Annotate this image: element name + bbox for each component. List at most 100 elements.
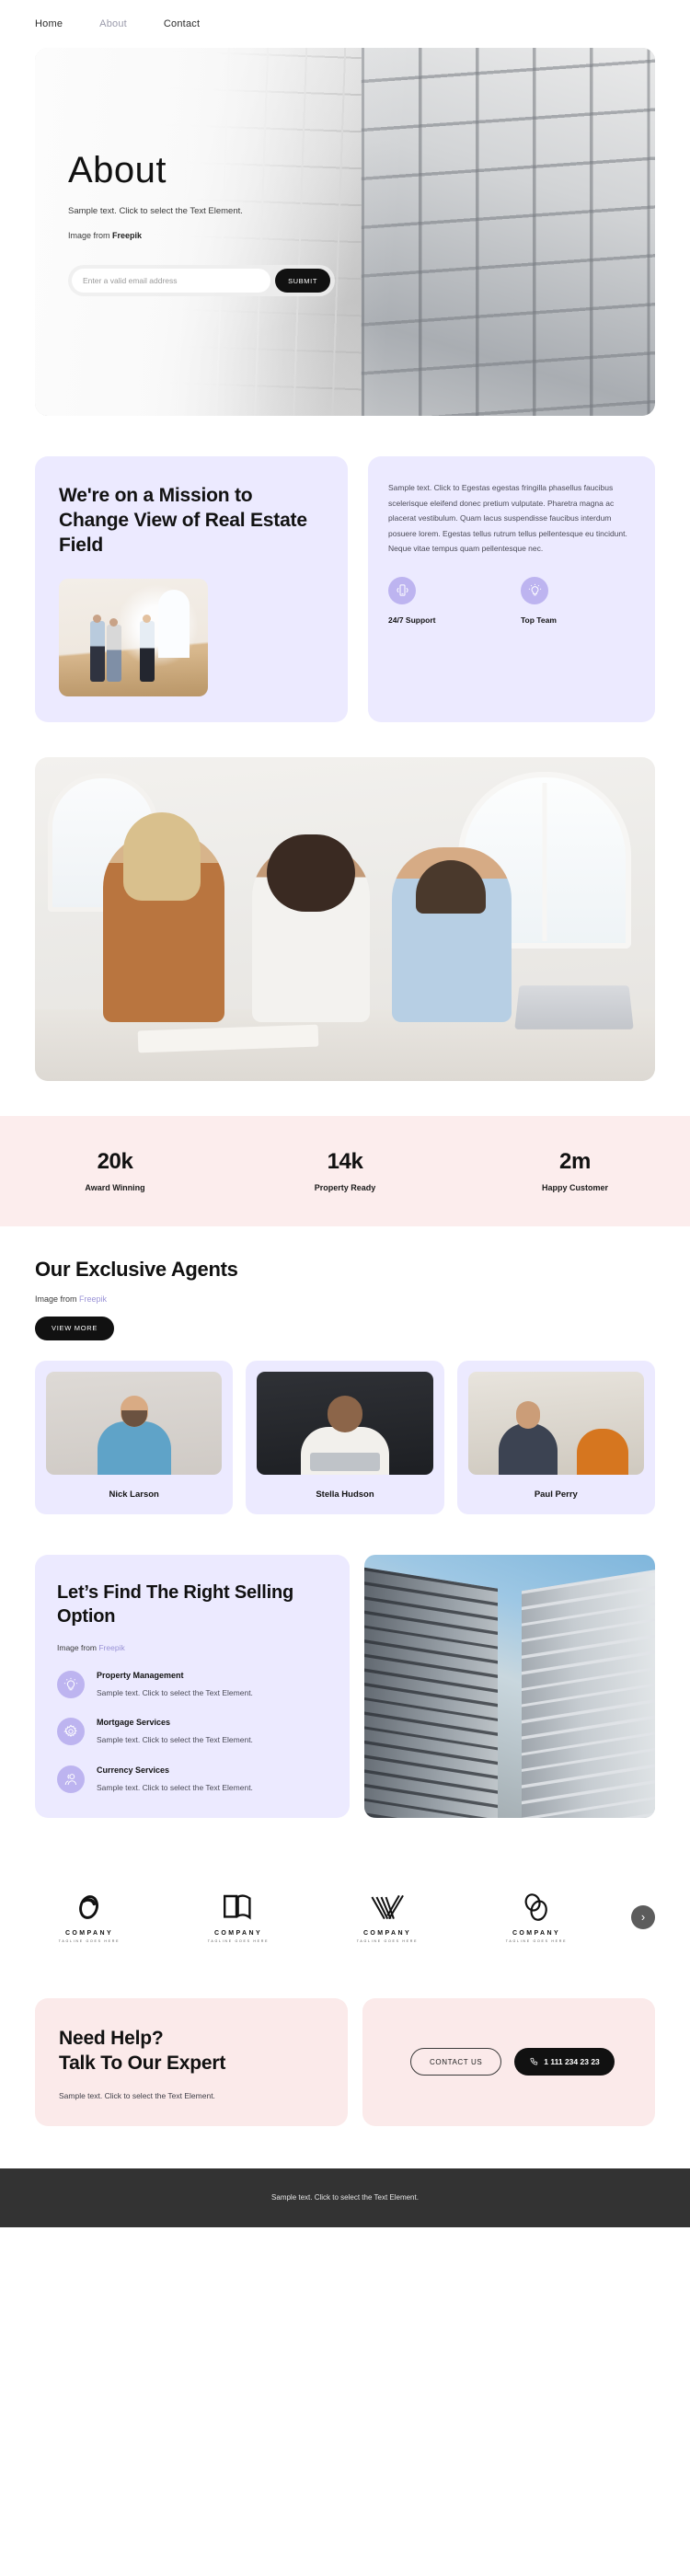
gear-icon xyxy=(57,1718,85,1746)
selling-item-desc: Sample text. Click to select the Text El… xyxy=(97,1735,253,1745)
partner-logo[interactable]: COMPANY TAGLINE GOES HERE xyxy=(482,1892,591,1943)
agents-section: Our Exclusive Agents Image from Freepik … xyxy=(0,1226,690,1514)
mission-section: We're on a Mission to Change View of Rea… xyxy=(0,416,690,722)
users-icon xyxy=(57,1765,85,1793)
building-tower-right xyxy=(521,1569,655,1818)
hero-subtitle: Sample text. Click to select the Text El… xyxy=(68,206,243,216)
photo-person-left-hair xyxy=(123,811,201,901)
mission-feature-list: 24/7 Support Top Team xyxy=(388,576,635,625)
phone-button[interactable]: 1 111 234 23 23 xyxy=(514,2048,615,2076)
agent-name: Paul Perry xyxy=(534,1489,578,1500)
page-footer: Sample text. Click to select the Text El… xyxy=(0,2168,690,2227)
stat-award-winning: 20k Award Winning xyxy=(0,1149,230,1192)
selling-item-title: Mortgage Services xyxy=(97,1718,171,1728)
partner-logo-name: COMPANY xyxy=(213,1929,263,1937)
selling-item-title: Currency Services xyxy=(97,1765,170,1775)
partner-logo[interactable]: COMPANY TAGLINE GOES HERE xyxy=(35,1892,144,1943)
feature-item-support[interactable]: 24/7 Support xyxy=(388,576,467,625)
selling-section: Let’s Find The Right Selling Option Imag… xyxy=(0,1514,690,1818)
hero-banner: About Sample text. Click to select the T… xyxy=(35,48,655,416)
selling-credit-link[interactable]: Freepik xyxy=(98,1643,124,1652)
agent-card[interactable]: Stella Hudson xyxy=(246,1360,444,1514)
selling-building-image xyxy=(364,1554,655,1818)
selling-credit-prefix: Image from xyxy=(57,1642,99,1652)
selling-item-property-management[interactable]: Property Management Sample text. Click t… xyxy=(57,1670,328,1699)
agent-card[interactable]: Nick Larson xyxy=(35,1360,234,1514)
partner-logo[interactable]: COMPANY TAGLINE GOES HERE xyxy=(184,1892,293,1943)
stat-label: Property Ready xyxy=(314,1183,376,1193)
agents-credit-link[interactable]: Freepik xyxy=(79,1294,107,1304)
selling-item-title: Property Management xyxy=(97,1670,184,1680)
agent-name: Stella Hudson xyxy=(316,1489,374,1500)
feature-label: 24/7 Support xyxy=(388,615,436,625)
hero-image-credit: Image from Freepik xyxy=(68,231,243,240)
partner-logo[interactable]: COMPANY TAGLINE GOES HERE xyxy=(333,1892,442,1943)
agent-head xyxy=(327,1395,362,1432)
page-root: Home About Contact About Sample text. Cl… xyxy=(0,0,690,2227)
agent-card[interactable]: Paul Perry xyxy=(456,1360,655,1514)
partner-logo-tagline: TAGLINE GOES HERE xyxy=(505,1938,568,1943)
mission-image xyxy=(59,578,208,696)
team-photo-section xyxy=(0,722,690,1081)
partner-logo-tagline: TAGLINE GOES HERE xyxy=(207,1938,270,1943)
v-stripes-logo-icon xyxy=(333,1892,442,1923)
mission-image-person-head xyxy=(143,614,151,623)
hero-credit-source: Freepik xyxy=(112,231,143,240)
hero-section: About Sample text. Click to select the T… xyxy=(0,48,690,416)
hero-credit-prefix: Image from xyxy=(68,231,113,240)
phone-number: 1 111 234 23 23 xyxy=(544,2057,600,2067)
selling-title: Let’s Find The Right Selling Option xyxy=(57,1581,293,1627)
stats-band: 20k Award Winning 14k Property Ready 2m … xyxy=(0,1115,690,1226)
hero-content: About Sample text. Click to select the T… xyxy=(68,151,243,240)
cta-title: Need Help? Talk To Our Expert xyxy=(59,2027,226,2075)
agent-photo xyxy=(46,1371,223,1475)
nav-item-home[interactable]: Home xyxy=(35,18,63,29)
email-input[interactable] xyxy=(72,269,271,293)
cta-subtitle: Sample text. Click to select the Text El… xyxy=(59,2090,215,2100)
phone-icon xyxy=(530,2058,538,2065)
mission-image-person-head xyxy=(93,614,101,623)
subscribe-form: SUBMIT xyxy=(68,265,335,296)
agent-figure xyxy=(498,1422,558,1475)
agents-credit-prefix: Image from xyxy=(35,1294,80,1304)
partner-logo-name: COMPANY xyxy=(512,1929,561,1937)
nav-item-about[interactable]: About xyxy=(99,18,127,29)
page-title: About xyxy=(68,150,167,190)
agents-title: Our Exclusive Agents xyxy=(35,1257,238,1281)
mission-image-person xyxy=(140,620,155,682)
cta-card: Need Help? Talk To Our Expert Sample tex… xyxy=(35,1997,348,2126)
stat-property-ready: 14k Property Ready xyxy=(230,1149,460,1192)
feature-item-team[interactable]: Top Team xyxy=(521,576,600,625)
chevron-right-icon: › xyxy=(640,1910,646,1925)
stat-value: 20k xyxy=(97,1149,133,1175)
mission-image-person-head xyxy=(109,617,118,627)
stat-label: Award Winning xyxy=(85,1183,145,1193)
nav-item-contact[interactable]: Contact xyxy=(164,18,200,29)
stat-happy-customer: 2m Happy Customer xyxy=(460,1149,690,1192)
selling-item-currency-services[interactable]: Currency Services Sample text. Click to … xyxy=(57,1765,328,1794)
double-ring-logo-icon xyxy=(482,1892,591,1923)
mobile-phone-icon xyxy=(388,576,416,604)
stat-value: 2m xyxy=(559,1149,591,1175)
feature-label: Top Team xyxy=(521,615,557,625)
photo-laptop xyxy=(514,984,634,1029)
agents-grid: Nick Larson Stella Hudson Paul Perry xyxy=(35,1360,655,1514)
partner-logo-name: COMPANY xyxy=(64,1929,114,1937)
agent-photo xyxy=(257,1371,433,1475)
selling-item-mortgage-services[interactable]: Mortgage Services Sample text. Click to … xyxy=(57,1718,328,1746)
agent-figure-second xyxy=(577,1428,629,1475)
mission-description-card: Sample text. Click to Egestas egestas fr… xyxy=(368,456,655,722)
photo-person-center-hair xyxy=(267,834,355,912)
submit-button[interactable]: SUBMIT xyxy=(275,269,330,293)
selling-item-desc: Sample text. Click to select the Text El… xyxy=(97,1687,253,1697)
view-more-button[interactable]: VIEW MORE xyxy=(35,1316,115,1340)
stat-value: 14k xyxy=(327,1149,363,1175)
contact-us-button[interactable]: CONTACT US xyxy=(410,2048,502,2076)
partner-logo-name: COMPANY xyxy=(362,1929,412,1937)
footer-text: Sample text. Click to select the Text El… xyxy=(271,2193,419,2202)
lightbulb-icon xyxy=(521,576,548,604)
agent-laptop xyxy=(309,1452,380,1471)
agents-image-credit: Image from Freepik xyxy=(35,1294,655,1304)
lightbulb-icon xyxy=(57,1670,85,1698)
carousel-next-button[interactable]: › xyxy=(631,1904,655,1929)
